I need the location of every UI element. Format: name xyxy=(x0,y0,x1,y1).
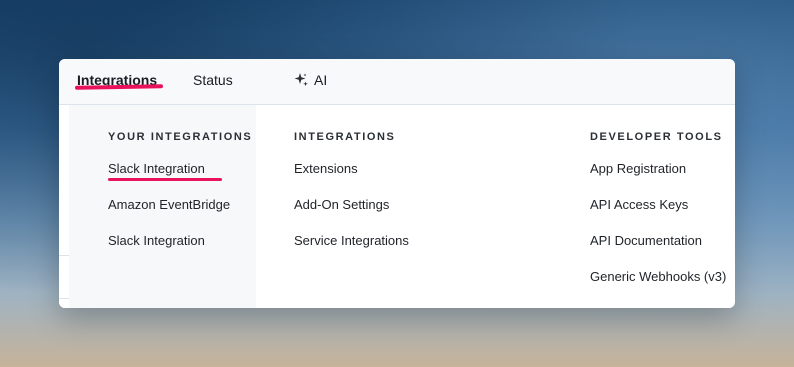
link-generic-webhooks[interactable]: Generic Webhooks (v3) xyxy=(590,269,726,284)
sparkle-icon xyxy=(293,72,309,88)
link-api-access-keys[interactable]: API Access Keys xyxy=(590,197,688,212)
link-service-integrations[interactable]: Service Integrations xyxy=(294,233,409,248)
link-extensions[interactable]: Extensions xyxy=(294,161,358,176)
selected-link-underline xyxy=(108,178,222,181)
nav-tab-status[interactable]: Status xyxy=(193,69,233,91)
link-amazon-eventbridge[interactable]: Amazon EventBridge xyxy=(108,197,230,212)
link-api-documentation[interactable]: API Documentation xyxy=(590,233,702,248)
link-slack-integration-2[interactable]: Slack Integration xyxy=(108,233,205,248)
developer-tools-heading: DEVELOPER TOOLS xyxy=(590,131,723,143)
divider xyxy=(59,255,69,256)
left-edge-strip xyxy=(59,105,69,308)
your-integrations-heading: YOUR INTEGRATIONS xyxy=(108,131,253,143)
link-add-on-settings[interactable]: Add-On Settings xyxy=(294,197,389,212)
divider xyxy=(59,298,69,299)
integrations-menu-window: Integrations Status AI YOUR INTEGRATIONS… xyxy=(59,59,735,308)
link-slack-integration[interactable]: Slack Integration xyxy=(108,161,205,176)
nav-tab-ai[interactable]: AI xyxy=(293,69,327,91)
nav-ai-label: AI xyxy=(314,72,328,88)
integrations-heading: INTEGRATIONS xyxy=(294,131,396,143)
top-navbar: Integrations Status AI xyxy=(59,59,735,105)
link-app-registration[interactable]: App Registration xyxy=(590,161,686,176)
